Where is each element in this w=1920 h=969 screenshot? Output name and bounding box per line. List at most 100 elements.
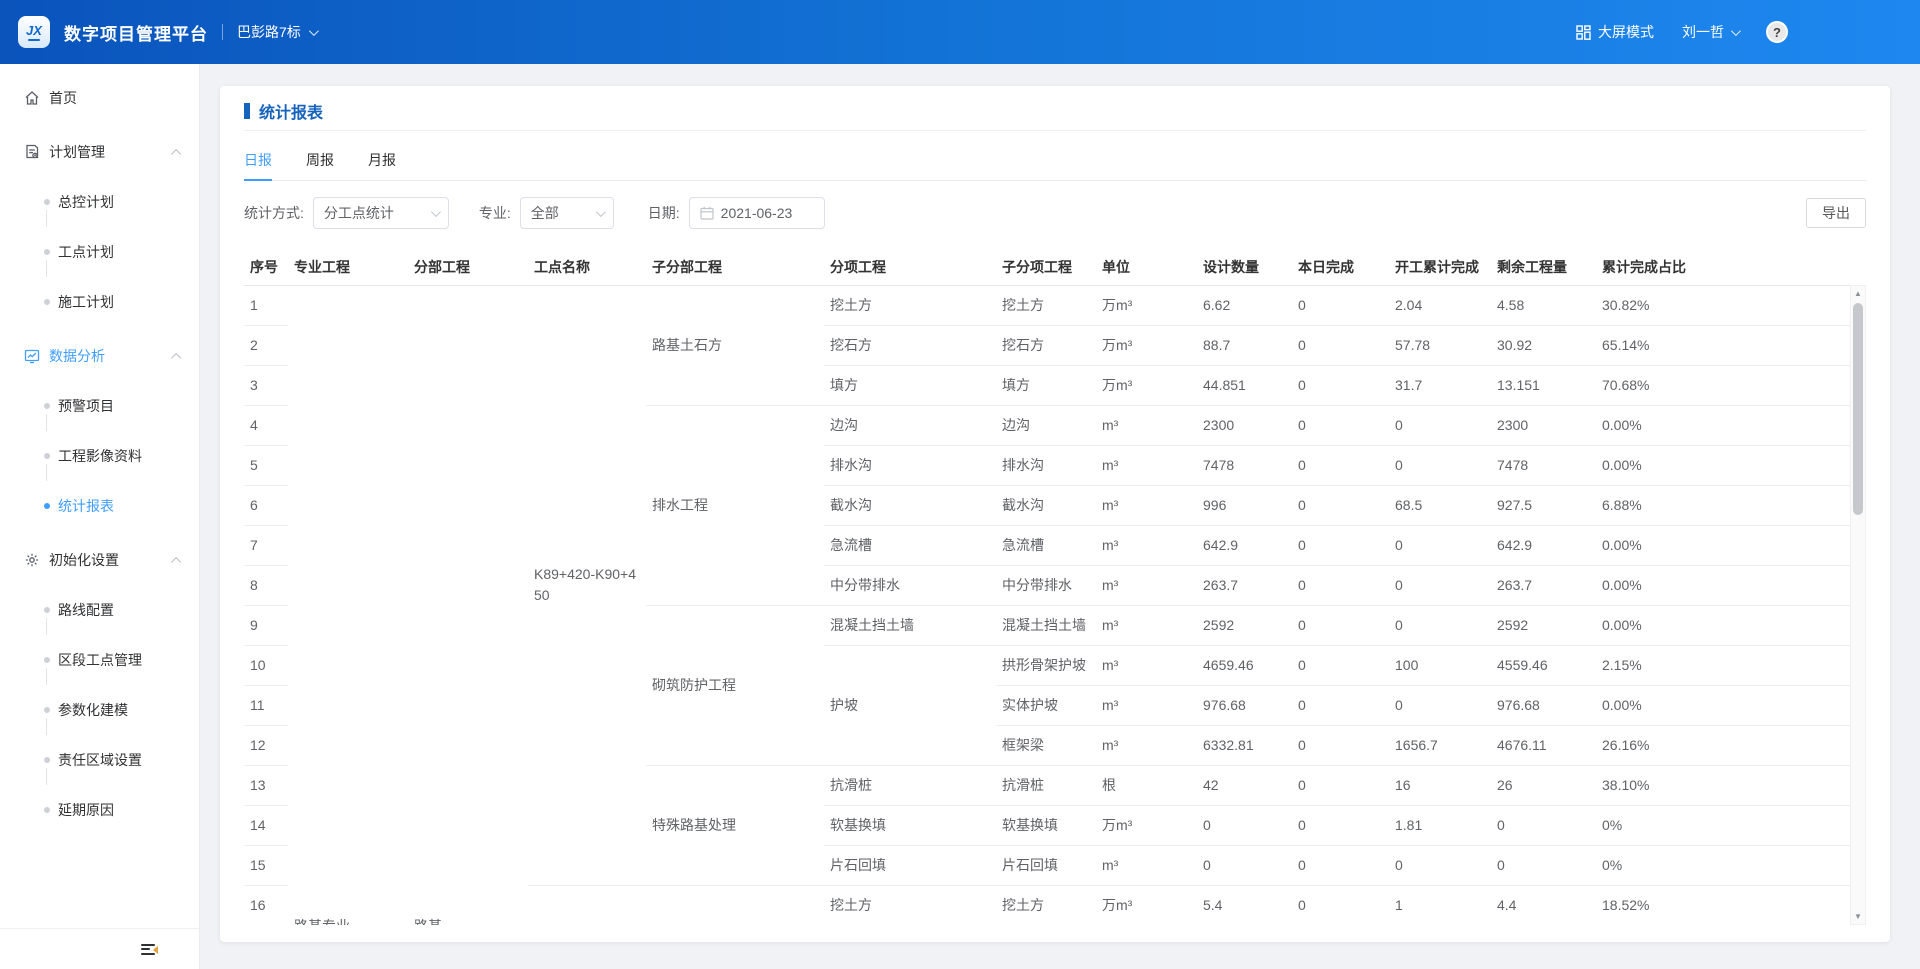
- sidebar-item-首页[interactable]: 首页: [0, 73, 199, 123]
- stat-mode-select[interactable]: 分工点统计: [313, 197, 449, 229]
- chevron-up-icon: [171, 148, 181, 158]
- table-cell: 框架梁: [996, 725, 1096, 765]
- sidebar-subitem-总控计划[interactable]: 总控计划: [0, 177, 199, 227]
- sidebar-subitem-路线配置[interactable]: 路线配置: [0, 585, 199, 635]
- table-cell: 0: [1292, 365, 1389, 405]
- table-cell: 57.78: [1389, 325, 1491, 365]
- merged-cell-text: 路基土石方: [652, 335, 818, 356]
- bullet-icon: [44, 657, 50, 663]
- table-cell: 70.68%: [1596, 365, 1850, 405]
- major-select[interactable]: 全部: [520, 197, 614, 229]
- table-cell: 0: [1389, 445, 1491, 485]
- sidebar-item-label: 首页: [49, 88, 77, 108]
- table-cell: 0: [1292, 805, 1389, 845]
- merged-cell-text: 特殊路基处理: [652, 815, 818, 836]
- table-cell: 0%: [1596, 805, 1850, 845]
- table-cell: 5: [244, 445, 288, 485]
- table-cell: 0.00%: [1596, 405, 1850, 445]
- tab-周报[interactable]: 周报: [306, 150, 334, 180]
- sidebar-subitem-label: 总控计划: [58, 192, 114, 212]
- column-header: 子分部工程: [646, 249, 824, 285]
- table-cell: 0: [1292, 565, 1389, 605]
- tab-月报[interactable]: 月报: [368, 150, 396, 180]
- bullet-icon: [44, 403, 50, 409]
- sidebar-subitem-责任区域设置[interactable]: 责任区域设置: [0, 735, 199, 785]
- sidebar-subitem-延期原因[interactable]: 延期原因: [0, 785, 199, 835]
- table-cell: 0: [1292, 765, 1389, 805]
- table-cell: 0: [1292, 885, 1389, 925]
- sidebar-subitem-统计报表[interactable]: 统计报表: [0, 481, 199, 531]
- table-cell: 0: [1389, 565, 1491, 605]
- table-cell: m³: [1096, 565, 1197, 605]
- table-cell: 68.5: [1389, 485, 1491, 525]
- plan-icon: [24, 144, 40, 160]
- sidebar-subitem-工程影像资料[interactable]: 工程影像资料: [0, 431, 199, 481]
- help-button[interactable]: ?: [1766, 21, 1788, 43]
- table-cell: 中分带排水: [996, 565, 1096, 605]
- project-switcher[interactable]: 巴彭路7标: [237, 22, 316, 42]
- table-cell: 万m³: [1096, 325, 1197, 365]
- table-cell: 0: [1292, 725, 1389, 765]
- scroll-down-arrow[interactable]: ▼: [1851, 909, 1865, 924]
- table-cell: m³: [1096, 605, 1197, 645]
- menu-fold-icon[interactable]: [141, 941, 157, 957]
- table-cell: 路基土石方: [646, 285, 824, 405]
- big-screen-mode-button[interactable]: 大屏模式: [1576, 22, 1654, 42]
- table-header-row: 序号专业工程分部工程工点名称子分部工程分项工程子分项工程单位设计数量本日完成开工…: [244, 249, 1850, 285]
- table-cell: 7: [244, 525, 288, 565]
- sidebar-item-初始化设置[interactable]: 初始化设置: [0, 535, 199, 585]
- scroll-up-arrow[interactable]: ▲: [1851, 286, 1865, 301]
- column-header: 专业工程: [288, 249, 408, 285]
- big-screen-label: 大屏模式: [1598, 22, 1654, 42]
- table-cell: 万m³: [1096, 885, 1197, 925]
- sidebar-subitem-label: 延期原因: [58, 800, 114, 820]
- chevron-up-icon: [171, 556, 181, 566]
- sidebar-subitem-区段工点管理[interactable]: 区段工点管理: [0, 635, 199, 685]
- scrollbar-thumb[interactable]: [1853, 303, 1863, 515]
- table-cell: 砌筑防护工程: [646, 605, 824, 765]
- table-cell: 1.81: [1389, 805, 1491, 845]
- table-cell: 片石回填: [996, 845, 1096, 885]
- bullet-icon: [44, 707, 50, 713]
- sidebar-item-计划管理[interactable]: 计划管理: [0, 127, 199, 177]
- date-picker[interactable]: 2021-06-23: [689, 197, 825, 229]
- vertical-scrollbar[interactable]: ▲ ▼: [1850, 285, 1866, 925]
- table-cell: 26: [1491, 765, 1596, 805]
- column-header: 序号: [244, 249, 288, 285]
- sidebar-item-label: 数据分析: [49, 346, 105, 366]
- table-cell: 中分带排水: [824, 565, 996, 605]
- bullet-icon: [44, 299, 50, 305]
- table-cell: 976.68: [1491, 685, 1596, 725]
- table-cell: 0: [1292, 525, 1389, 565]
- table-cell: 6332.81: [1197, 725, 1292, 765]
- sidebar-subitem-工点计划[interactable]: 工点计划: [0, 227, 199, 277]
- table-cell: 30.92: [1491, 325, 1596, 365]
- sidebar-subitem-label: 施工计划: [58, 292, 114, 312]
- table-cell: 6.62: [1197, 285, 1292, 325]
- table-cell: 0: [1292, 645, 1389, 685]
- table-cell: 0.00%: [1596, 605, 1850, 645]
- table-cell: 挖土方: [824, 285, 996, 325]
- sidebar-subitem-预警项目[interactable]: 预警项目: [0, 381, 199, 431]
- table-cell: 26.16%: [1596, 725, 1850, 765]
- sidebar-subitem-施工计划[interactable]: 施工计划: [0, 277, 199, 327]
- table-cell: 927.5: [1491, 485, 1596, 525]
- table-cell: 996: [1197, 485, 1292, 525]
- export-button[interactable]: 导出: [1806, 198, 1866, 228]
- user-menu[interactable]: 刘一哲: [1682, 22, 1738, 42]
- table-cell: 万m³: [1096, 285, 1197, 325]
- table-cell: 44.851: [1197, 365, 1292, 405]
- table-body: 1路基专业路基K89+420-K90+450路基土石方挖土方挖土方万m³6.62…: [244, 285, 1850, 925]
- table-cell: 0: [1197, 845, 1292, 885]
- table-cell: 12: [244, 725, 288, 765]
- table-cell: 3: [244, 365, 288, 405]
- table-cell: m³: [1096, 685, 1197, 725]
- column-header: 累计完成占比: [1596, 249, 1850, 285]
- tab-日报[interactable]: 日报: [244, 150, 272, 181]
- table-cell: 1: [244, 285, 288, 325]
- sidebar-footer: [0, 928, 199, 969]
- sidebar-subitem-参数化建模[interactable]: 参数化建模: [0, 685, 199, 735]
- chevron-down-icon: [1731, 26, 1741, 36]
- chevron-down-icon: [309, 26, 319, 36]
- sidebar-item-数据分析[interactable]: 数据分析: [0, 331, 199, 381]
